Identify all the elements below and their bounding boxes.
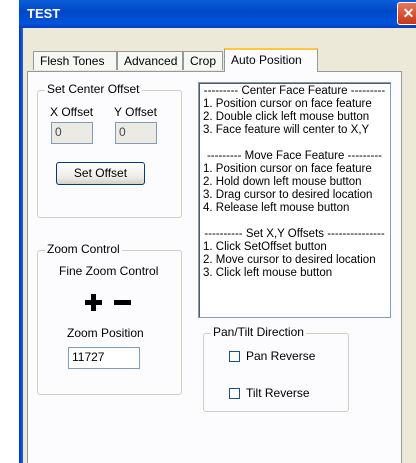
instruction-line: --------- Center Face Feature --------- [203,85,386,97]
zoom-control-label: Zoom Control [45,242,122,256]
tilt-reverse-label[interactable]: Tilt Reverse [246,386,310,400]
tab-auto-position[interactable]: Auto Position [224,48,318,72]
instruction-line: 2. Double click left mouse button [203,111,370,123]
zoom-out-button[interactable] [112,292,133,313]
minus-icon [114,300,131,305]
zoom-position-field[interactable]: 11727 [68,347,140,369]
instruction-line: 4. Release left mouse button [203,202,350,214]
instruction-line: ---------- Set X,Y Offsets -------------… [204,228,385,240]
set-offset-button[interactable]: Set Offset [56,162,145,185]
set-center-offset-label: Set Center Offset [45,82,142,96]
tab-advanced[interactable]: Advanced [117,51,183,70]
instruction-line: 3. Click left mouse button [203,267,333,279]
instruction-line: 2. Move cursor to desired location [203,254,376,266]
instruction-line [203,137,386,150]
instruction-line: 3. Drag cursor to desired location [203,189,373,201]
window-border-left [19,28,23,463]
instruction-line: 1. Click SetOffset button [203,241,327,253]
zoom-in-button[interactable] [83,292,104,313]
pan-tilt-group [203,333,349,412]
instruction-line: 1. Position cursor on face feature [203,98,372,110]
window-title: TEST [27,6,61,21]
title-bar[interactable]: TEST ✕ [19,0,416,28]
tilt-reverse-checkbox[interactable] [229,388,240,399]
instructions-box: --------- Center Face Feature --------- … [198,82,391,318]
instruction-line: 2. Hold down left mouse button [203,176,362,188]
y-offset-field[interactable]: 0 [115,122,157,144]
x-offset-label: X Offset [50,105,94,119]
close-button[interactable]: ✕ [397,2,416,25]
zoom-position-label: Zoom Position [67,326,144,340]
instruction-line: 1. Position cursor on face feature [203,163,372,175]
pan-tilt-label: Pan/Tilt Direction [211,325,306,339]
fine-zoom-label: Fine Zoom Control [59,264,159,278]
instruction-line: 3. Face feature will center to X,Y [203,124,370,136]
instruction-line: --------- Move Face Feature --------- [206,150,383,162]
plus-icon [85,294,102,311]
pan-reverse-label[interactable]: Pan Reverse [246,349,315,363]
x-offset-field[interactable]: 0 [51,122,93,144]
tab-flesh-tones[interactable]: Flesh Tones [33,51,117,70]
y-offset-label: Y Offset [114,105,157,119]
pan-reverse-checkbox[interactable] [229,351,240,362]
tab-crop[interactable]: Crop [183,51,223,70]
instruction-line [203,215,386,228]
